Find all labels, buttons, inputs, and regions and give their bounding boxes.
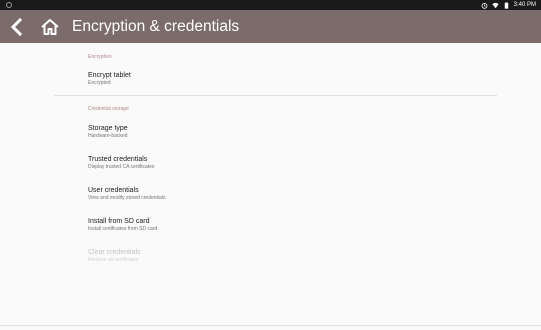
page-title: Encryption & credentials	[72, 18, 240, 35]
bottom-divider	[0, 325, 541, 326]
home-icon	[41, 19, 59, 35]
section-divider	[54, 95, 497, 96]
pref-title: User credentials	[88, 187, 139, 194]
pref-title: Clear credentials	[88, 249, 141, 256]
pref-summary: Remove all certificates	[88, 257, 139, 263]
pref-summary: Install certificates from SD card	[88, 226, 158, 232]
status-bar: 3:40 PM	[0, 0, 541, 10]
section-header-credential-storage: Credential storage	[88, 106, 129, 112]
pref-title: Encrypt tablet	[88, 72, 131, 79]
pref-title: Storage type	[88, 125, 128, 132]
pref-title: Install from SD card	[88, 218, 150, 225]
settings-ring-icon	[6, 2, 12, 8]
pref-summary: Hardware-backed	[88, 133, 128, 139]
encrypt-tablet-item[interactable]: Encrypt tablet Encrypted	[88, 71, 131, 87]
section-header-encryption: Encryption	[88, 54, 112, 60]
pref-title: Trusted credentials	[88, 156, 148, 163]
pref-summary: Display trusted CA certificates	[88, 164, 155, 170]
clear-credentials-item: Clear credentials Remove all certificate…	[88, 248, 141, 264]
status-icons: 3:40 PM	[481, 0, 536, 10]
storage-type-item[interactable]: Storage type Hardware-backed	[88, 124, 128, 140]
wifi-icon	[491, 2, 499, 8]
user-credentials-item[interactable]: User credentials View and modify stored …	[88, 186, 165, 202]
battery-icon	[504, 1, 508, 9]
status-time: 3:40 PM	[513, 2, 536, 8]
pref-summary: View and modify stored credentials	[88, 195, 166, 201]
trusted-credentials-item[interactable]: Trusted credentials Display trusted CA c…	[88, 155, 154, 171]
alarm-icon	[481, 2, 488, 9]
action-bar: Encryption & credentials	[0, 10, 541, 43]
home-button[interactable]	[38, 16, 62, 38]
back-chevron-icon	[10, 18, 23, 36]
pref-summary: Encrypted	[88, 80, 111, 86]
install-from-sd-card-item[interactable]: Install from SD card Install certificate…	[88, 217, 157, 233]
back-button[interactable]	[6, 16, 26, 38]
settings-list: Encryption Encrypt tablet Encrypted Cred…	[0, 43, 541, 325]
